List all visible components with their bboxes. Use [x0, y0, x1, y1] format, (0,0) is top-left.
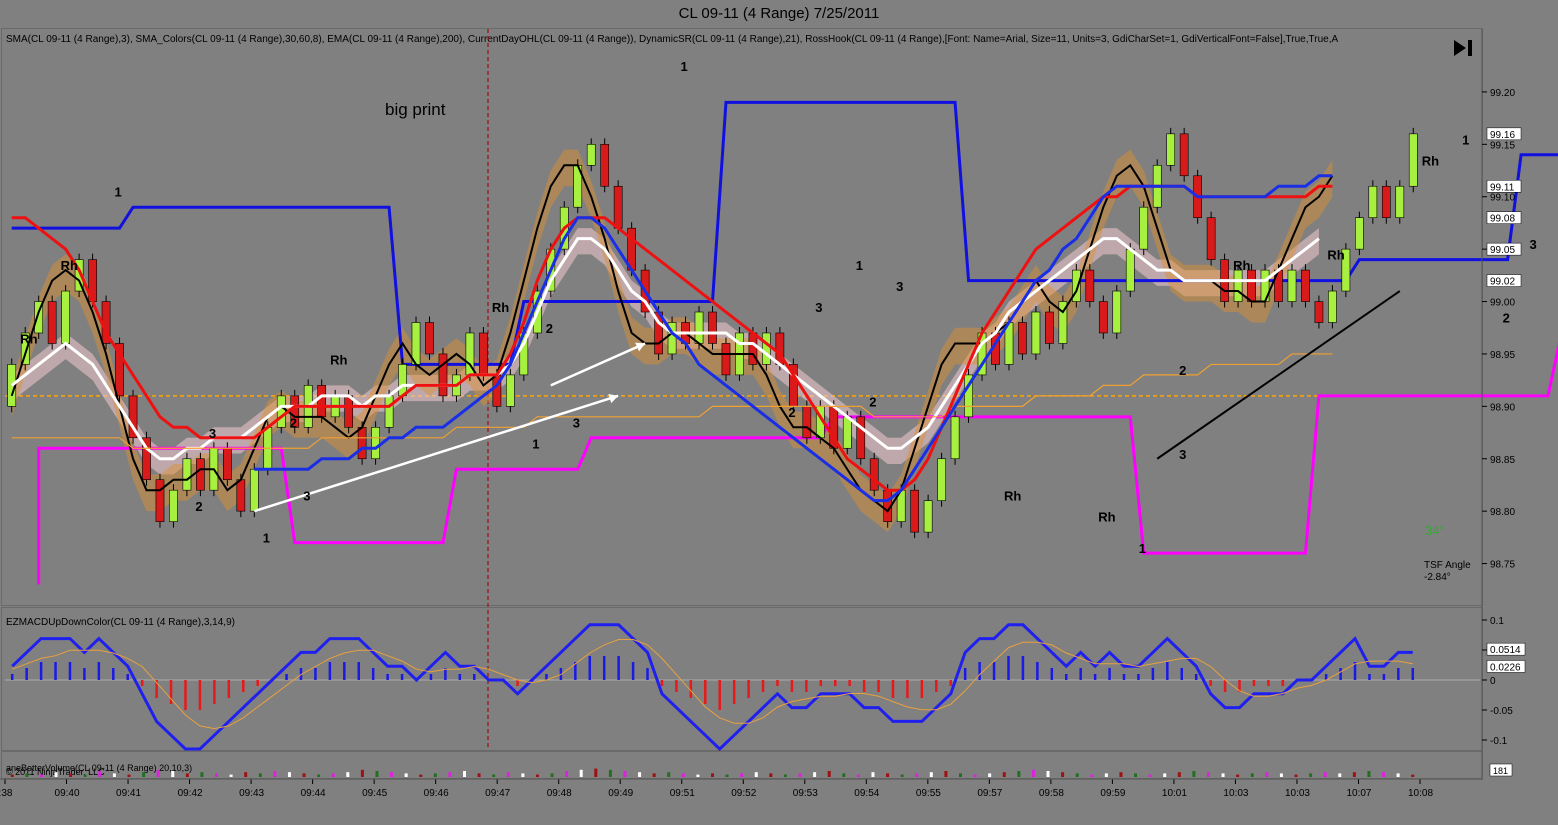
- x-tick-label: 09:43: [239, 788, 264, 799]
- x-tick-label: 09:54: [854, 788, 879, 799]
- price-box-label: 99.02: [1490, 277, 1515, 288]
- x-tick-label: 10:03: [1285, 788, 1310, 799]
- macd-box: [1486, 642, 1526, 656]
- price-indicator-line: SMA(CL 09-11 (4 Range),3), SMA_Colors(CL…: [6, 34, 1339, 45]
- x-tick-label: 10:07: [1346, 788, 1371, 799]
- y-tick-label: 98.80: [1490, 507, 1515, 518]
- price-box-label: 99.08: [1490, 214, 1515, 225]
- x-tick-label: 09:42: [178, 788, 203, 799]
- ross-hook-label: 3: [1530, 237, 1537, 252]
- macd-box: [1486, 660, 1526, 673]
- skip-to-end-icon[interactable]: [1451, 38, 1475, 58]
- macd-box-label: 0.0514: [1490, 645, 1521, 656]
- price-box: [1486, 211, 1522, 224]
- x-tick-label: 09:47: [485, 788, 510, 799]
- x-tick-label: 09:52: [731, 788, 756, 799]
- x-tick-label: 09:49: [608, 788, 633, 799]
- price-box: [1486, 180, 1522, 193]
- volume-value-label: 181: [1493, 766, 1508, 776]
- macd-indicator-line: EZMACDUpDownColor(CL 09-11 (4 Range),3,1…: [6, 617, 235, 628]
- macd-tick-label: 0: [1490, 676, 1496, 687]
- x-tick-label: 09:53: [793, 788, 818, 799]
- y-tick-label: 98.75: [1490, 560, 1515, 571]
- y-tick-label: 98.85: [1490, 455, 1515, 466]
- macd-tick-label: 0.1: [1490, 616, 1504, 627]
- x-tick-label: 10:01: [1162, 788, 1187, 799]
- x-tick-label: 10:08: [1408, 788, 1433, 799]
- price-box: [1486, 127, 1522, 141]
- volume-value-box: [1489, 763, 1513, 777]
- price-box-label: 99.05: [1490, 245, 1515, 256]
- x-tick-label: 10:03: [1223, 788, 1248, 799]
- x-tick-label: 09:51: [670, 788, 695, 799]
- macd-panel[interactable]: EZMACDUpDownColor(CL 09-11 (4 Range),3,1…: [1, 607, 1483, 751]
- x-tick-label: 9:38: [0, 788, 13, 799]
- macd-box-label: 0.0226: [1490, 662, 1521, 673]
- x-tick-label: 09:46: [424, 788, 449, 799]
- y-tick-label: 98.90: [1490, 402, 1515, 413]
- price-box: [1486, 242, 1522, 256]
- x-tick-label: 09:57: [977, 788, 1002, 799]
- ross-hook-label: 2: [1503, 311, 1510, 326]
- x-tick-label: 09:44: [301, 788, 326, 799]
- x-tick-label: 09:45: [362, 788, 387, 799]
- price-box: [1486, 274, 1522, 287]
- x-tick-label: 09:41: [116, 788, 141, 799]
- volume-panel[interactable]: aneBetterVolume(CL 09-11 (4 Range),20,10…: [1, 751, 1483, 779]
- y-tick-label: 99.20: [1490, 88, 1515, 99]
- x-tick-label: 09:55: [916, 788, 941, 799]
- x-tick-label: 09:58: [1039, 788, 1064, 799]
- y-tick-label: 99.05: [1490, 245, 1515, 256]
- x-tick-label: 09:59: [1100, 788, 1125, 799]
- price-box-label: 99.11: [1490, 182, 1515, 193]
- macd-tick-label: -0.1: [1490, 736, 1508, 747]
- y-tick-label: 99.15: [1490, 140, 1515, 151]
- y-tick-label: 98.95: [1490, 350, 1515, 361]
- macd-tick-label: 0.05: [1490, 646, 1510, 657]
- x-tick-label: 09:48: [547, 788, 572, 799]
- y-tick-label: 99.10: [1490, 193, 1515, 204]
- price-panel[interactable]: SMA(CL 09-11 (4 Range),3), SMA_Colors(CL…: [1, 28, 1483, 606]
- price-box-label: 99.16: [1490, 130, 1515, 141]
- chart-title: CL 09-11 (4 Range) 7/25/2011: [678, 5, 880, 22]
- y-tick-label: 99.00: [1490, 298, 1515, 309]
- macd-tick-label: -0.05: [1490, 706, 1513, 717]
- x-tick-label: 09:40: [55, 788, 80, 799]
- copyright-text: © 2011 NinjaTrader, LLC: [6, 767, 105, 777]
